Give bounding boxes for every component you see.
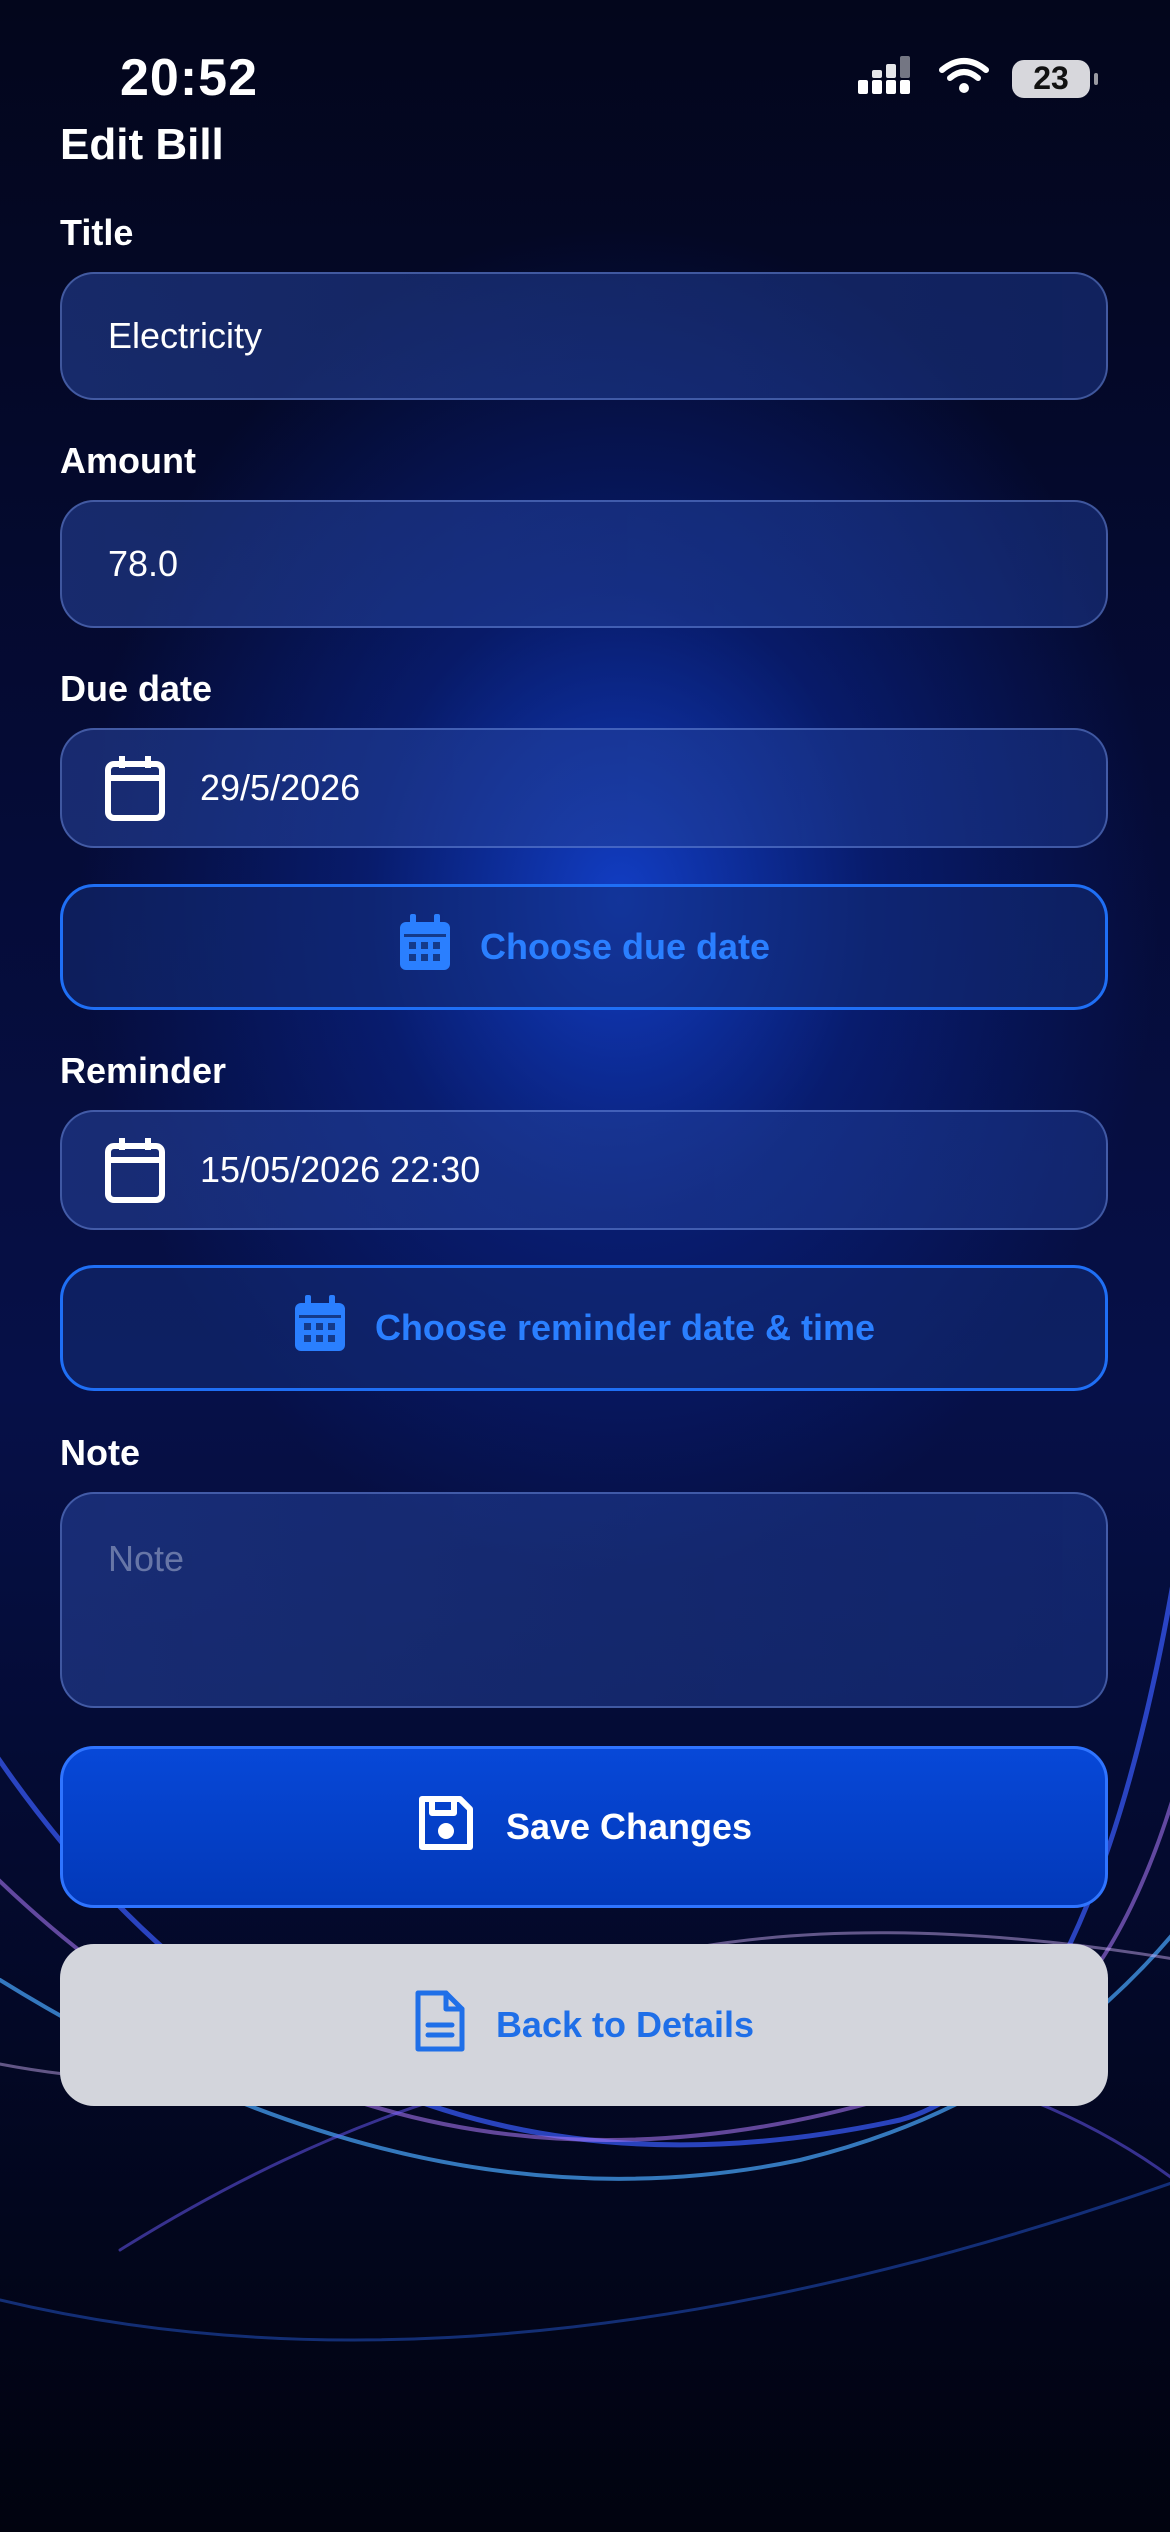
save-changes-label: Save Changes — [505, 1806, 753, 1847]
due-date-field[interactable]: 29/5/2026 — [60, 728, 1108, 848]
title-label: Title — [60, 212, 134, 253]
reminder-field[interactable]: 15/05/2026 22:30 — [60, 1110, 1108, 1230]
calendar-icon — [104, 1136, 178, 1204]
title-value: Electricity — [108, 315, 263, 356]
choose-due-date-button[interactable]: Choose due date — [60, 884, 1108, 1010]
back-to-details-label: Back to Details — [495, 2004, 755, 2045]
amount-label: Amount — [60, 440, 196, 481]
calendar-filled-icon — [293, 1294, 347, 1362]
save-changes-button[interactable]: Save Changes — [60, 1746, 1108, 1908]
page-title: Edit Bill — [60, 120, 224, 169]
cellular-signal-icon — [858, 56, 916, 101]
calendar-icon — [104, 754, 178, 822]
title-field[interactable]: Electricity — [60, 272, 1108, 400]
status-icons: 23 — [858, 56, 1098, 101]
back-to-details-button[interactable]: Back to Details — [60, 1944, 1108, 2106]
floppy-disk-icon — [416, 1793, 476, 1862]
battery-indicator: 23 — [1012, 59, 1098, 98]
due-date-value: 29/5/2026 — [200, 767, 361, 808]
reminder-label: Reminder — [60, 1050, 227, 1091]
due-date-label: Due date — [60, 668, 213, 709]
choose-reminder-label: Choose reminder date & time — [374, 1307, 876, 1348]
choose-due-date-label: Choose due date — [479, 926, 771, 967]
choose-reminder-button[interactable]: Choose reminder date & time — [60, 1265, 1108, 1391]
amount-value: 78.0 — [108, 543, 179, 584]
amount-field[interactable]: 78.0 — [60, 500, 1108, 628]
reminder-value: 15/05/2026 22:30 — [200, 1149, 481, 1190]
note-label: Note — [60, 1432, 140, 1473]
note-placeholder: Note — [108, 1538, 185, 1579]
status-time: 20:52 — [120, 49, 258, 107]
wifi-icon — [938, 56, 990, 101]
calendar-filled-icon — [398, 913, 452, 981]
document-icon — [414, 1989, 466, 2062]
note-field[interactable]: Note — [60, 1492, 1108, 1708]
